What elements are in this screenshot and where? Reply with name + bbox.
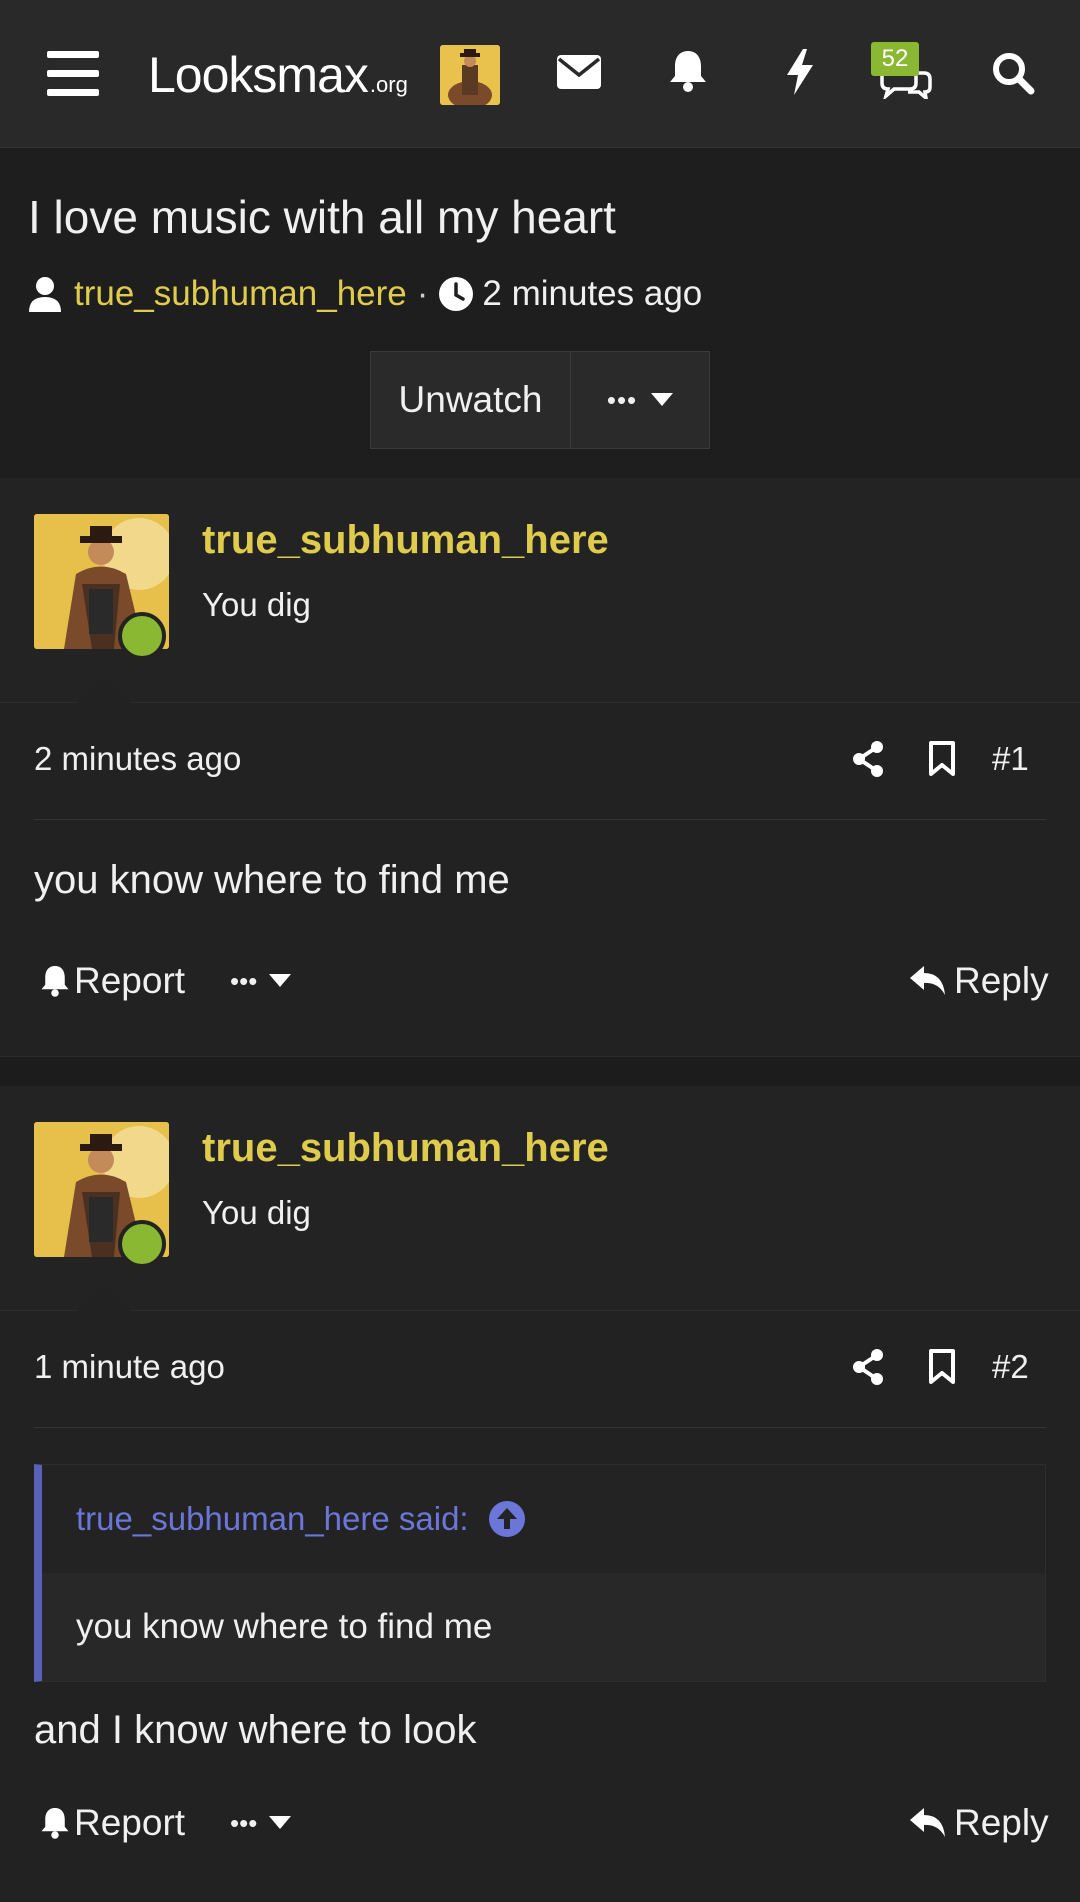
quote-author: true_subhuman_here said: bbox=[76, 1500, 469, 1537]
arrow-up-circle-icon[interactable] bbox=[488, 1501, 525, 1537]
post-user-block: true_subhuman_here You dig bbox=[0, 1086, 1080, 1312]
message-arrow bbox=[76, 678, 132, 704]
report-button[interactable]: Report bbox=[40, 1798, 185, 1848]
account-avatar[interactable] bbox=[440, 45, 500, 105]
online-indicator bbox=[118, 1220, 166, 1268]
more-dots: ••• bbox=[606, 384, 638, 415]
bookmark-icon[interactable] bbox=[928, 741, 956, 777]
message-arrow bbox=[76, 1286, 132, 1312]
post-more-button[interactable]: ••• bbox=[230, 1798, 292, 1848]
post-body: 1 minute ago #2 true_subhuman_here said:… bbox=[0, 1312, 1080, 1902]
share-icon[interactable] bbox=[852, 741, 886, 777]
thread-title: I love music with all my heart bbox=[28, 191, 616, 243]
reply-icon bbox=[910, 966, 946, 996]
report-label: Report bbox=[74, 1802, 186, 1843]
unwatch-button[interactable]: Unwatch bbox=[371, 352, 571, 448]
conversations-badge: 52 bbox=[871, 42, 919, 76]
thread-meta: true_subhuman_here · 2 minutes ago bbox=[28, 272, 702, 316]
site-logo-name: Looksmax bbox=[148, 47, 369, 103]
bell-icon bbox=[40, 964, 70, 998]
thread-author-link[interactable]: true_subhuman_here bbox=[74, 274, 407, 314]
post-separator bbox=[0, 1056, 1080, 1086]
post-2: true_subhuman_here You dig 1 minute ago … bbox=[0, 1086, 1080, 1902]
post-date[interactable]: 1 minute ago bbox=[34, 1348, 225, 1386]
post-message: and I know where to look bbox=[34, 1708, 477, 1752]
divider bbox=[34, 1427, 1046, 1428]
search-icon[interactable] bbox=[990, 50, 1036, 96]
divider bbox=[34, 819, 1046, 820]
clock-icon bbox=[438, 276, 474, 312]
post-message: you know where to find me bbox=[34, 858, 510, 902]
report-button[interactable]: Report bbox=[40, 956, 185, 1006]
quote-header[interactable]: true_subhuman_here said: bbox=[42, 1465, 1045, 1573]
meta-separator: · bbox=[416, 274, 429, 313]
bell-icon[interactable] bbox=[666, 48, 710, 94]
more-dots: ••• bbox=[230, 1807, 258, 1838]
menu-icon[interactable] bbox=[40, 44, 106, 104]
user-icon bbox=[28, 276, 62, 312]
lightning-icon[interactable] bbox=[782, 48, 818, 96]
site-logo-tld: .org bbox=[369, 72, 408, 97]
post-1: true_subhuman_here You dig 2 minutes ago… bbox=[0, 478, 1080, 1056]
reply-button[interactable]: Reply bbox=[910, 1798, 1049, 1848]
caret-down-icon bbox=[269, 974, 292, 988]
envelope-icon[interactable] bbox=[556, 52, 602, 92]
top-navigation-bar: Looksmax .org 52 bbox=[0, 0, 1080, 148]
quote-text: you know where to find me bbox=[42, 1573, 1045, 1681]
post-more-button[interactable]: ••• bbox=[230, 956, 292, 1006]
bookmark-icon[interactable] bbox=[928, 1349, 956, 1385]
post-username[interactable]: true_subhuman_here bbox=[202, 1126, 609, 1171]
report-label: Report bbox=[74, 960, 186, 1001]
post-number-link[interactable]: #2 bbox=[992, 1348, 1029, 1386]
post-username[interactable]: true_subhuman_here bbox=[202, 518, 609, 563]
bell-icon bbox=[40, 1806, 70, 1840]
share-icon[interactable] bbox=[852, 1349, 886, 1385]
post-body: 2 minutes ago #1 you know where to find … bbox=[0, 704, 1080, 1056]
reply-label: Reply bbox=[954, 960, 1049, 1001]
post-actions-top: #2 bbox=[852, 1344, 1029, 1390]
thread-time: 2 minutes ago bbox=[482, 274, 703, 313]
caret-down-icon bbox=[651, 393, 674, 407]
post-actions-top: #1 bbox=[852, 736, 1029, 782]
thread-button-group: Unwatch ••• bbox=[370, 351, 710, 449]
site-logo[interactable]: Looksmax .org bbox=[148, 46, 408, 103]
post-user-block: true_subhuman_here You dig bbox=[0, 478, 1080, 704]
blockquote: true_subhuman_here said: you know where … bbox=[34, 1464, 1046, 1682]
caret-down-icon bbox=[269, 1816, 292, 1830]
online-indicator bbox=[118, 612, 166, 660]
more-dots: ••• bbox=[230, 965, 258, 996]
thread-header: I love music with all my heart true_subh… bbox=[0, 148, 1080, 478]
post-user-title: You dig bbox=[202, 586, 311, 623]
reply-icon bbox=[910, 1808, 946, 1838]
post-user-title: You dig bbox=[202, 1194, 311, 1231]
reply-button[interactable]: Reply bbox=[910, 956, 1049, 1006]
post-date[interactable]: 2 minutes ago bbox=[34, 740, 241, 778]
reply-label: Reply bbox=[954, 1802, 1049, 1843]
thread-more-button[interactable]: ••• bbox=[571, 352, 709, 448]
post-number-link[interactable]: #1 bbox=[992, 740, 1029, 778]
